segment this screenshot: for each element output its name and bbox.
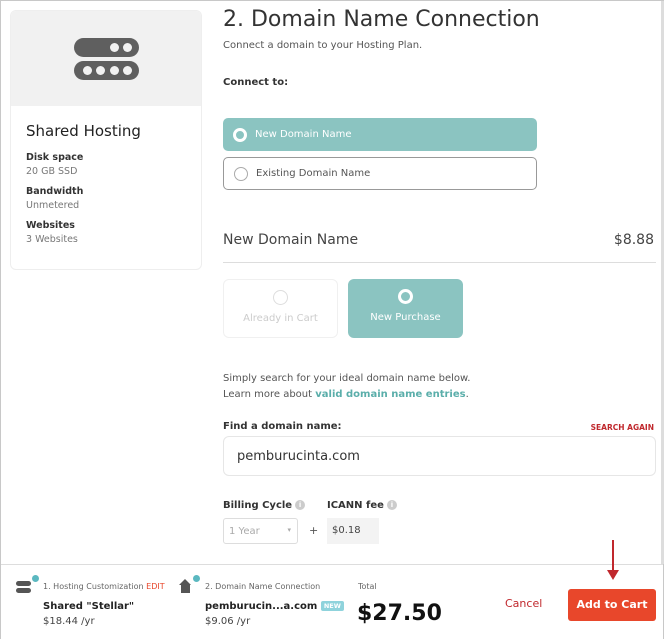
option-label: Existing Domain Name — [256, 168, 371, 179]
server-icon — [11, 11, 201, 106]
page-title: 2. Domain Name Connection — [223, 7, 540, 32]
arrow-head-icon — [607, 570, 619, 580]
tile-label: New Purchase — [370, 312, 441, 323]
domain-input[interactable]: pemburucinta.com — [223, 436, 656, 476]
section-price: $8.88 — [613, 232, 654, 248]
spec-label: Disk space — [26, 152, 84, 163]
search-again-link[interactable]: SEARCH AGAIN — [591, 423, 654, 432]
option-new-domain[interactable]: New Domain Name — [223, 118, 537, 151]
billing-text: Billing Cycle — [223, 500, 293, 511]
step2-label: 2. Domain Name Connection — [205, 582, 321, 591]
billing-label: Billing Cycle i — [223, 500, 306, 511]
radio-icon — [233, 127, 247, 142]
spec-value: Unmetered — [26, 200, 80, 211]
check-icon — [192, 574, 201, 583]
plan-title: Shared Hosting — [26, 122, 141, 140]
new-badge: NEW — [320, 601, 344, 611]
step1-label: 1. Hosting Customization EDIT — [43, 582, 165, 591]
home-icon — [179, 574, 201, 593]
page-subtitle: Connect a domain to your Hosting Plan. — [223, 40, 423, 51]
connect-label: Connect to: — [223, 77, 289, 88]
help-prefix: Learn more about — [223, 389, 316, 400]
valid-entries-link[interactable]: valid domain name entries — [315, 389, 465, 400]
spec-value: 3 Websites — [26, 234, 78, 245]
arrow-annotation — [612, 540, 614, 574]
plus-sign: + — [309, 524, 319, 537]
billing-value: 1 Year — [229, 526, 260, 537]
total-value: $27.50 — [357, 601, 442, 626]
chevron-down-icon: ▾ — [287, 526, 291, 534]
help-text-2: Learn more about valid domain name entri… — [223, 389, 469, 400]
step2-price: $9.06 /yr — [205, 616, 251, 627]
help-text: Simply search for your ideal domain name… — [223, 373, 471, 384]
find-label: Find a domain name: — [223, 421, 342, 432]
option-label: New Domain Name — [255, 129, 352, 140]
step2-text: pemburucin...a.com — [205, 601, 318, 612]
radio-icon — [398, 289, 413, 304]
step2-name: pemburucin...a.com NEW — [205, 601, 344, 612]
info-icon[interactable]: i — [295, 500, 306, 510]
step1-name: Shared "Stellar" — [43, 601, 135, 612]
option-existing-domain[interactable]: Existing Domain Name — [223, 157, 537, 190]
check-icon — [31, 574, 40, 583]
cancel-button[interactable]: Cancel — [505, 597, 542, 610]
tile-already-in-cart: Already in Cart — [223, 279, 338, 338]
total-label: Total — [358, 582, 377, 591]
billing-cycle-select[interactable]: 1 Year ▾ — [223, 518, 298, 544]
icann-text: ICANN fee — [327, 500, 384, 511]
plan-card: Shared Hosting Disk space 20 GB SSD Bandw… — [10, 10, 202, 270]
radio-icon — [273, 290, 288, 305]
step1-text: 1. Hosting Customization — [43, 582, 144, 591]
icann-fee-value: $0.18 — [327, 518, 379, 544]
footer-bar: 1. Hosting Customization EDIT Shared "St… — [1, 564, 663, 639]
step1-price: $18.44 /yr — [43, 616, 95, 627]
edit-link[interactable]: EDIT — [146, 582, 164, 591]
section-title: New Domain Name — [223, 232, 359, 248]
spec-label: Websites — [26, 220, 75, 231]
radio-icon — [234, 166, 248, 181]
divider — [223, 262, 656, 263]
tile-label: Already in Cart — [243, 313, 318, 324]
tile-new-purchase[interactable]: New Purchase — [348, 279, 463, 338]
info-icon[interactable]: i — [386, 500, 397, 510]
server-icon — [16, 574, 40, 593]
spec-value: 20 GB SSD — [26, 166, 78, 177]
icann-label: ICANN fee i — [327, 500, 397, 511]
add-to-cart-button[interactable]: Add to Cart — [568, 589, 656, 621]
help-suffix: . — [465, 389, 469, 400]
spec-label: Bandwidth — [26, 186, 84, 197]
